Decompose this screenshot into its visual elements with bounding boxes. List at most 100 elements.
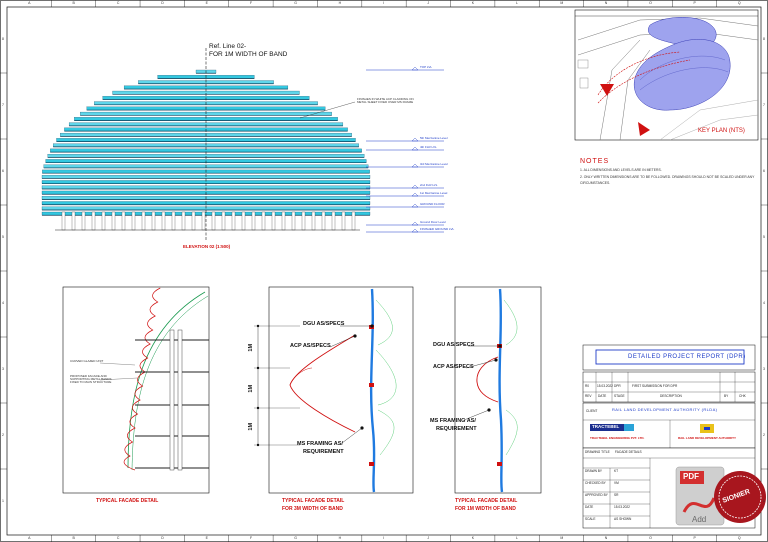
- border-row-7-left: 7: [2, 103, 4, 107]
- border-row-8-right: 8: [763, 37, 765, 41]
- border-row-5-right: 5: [763, 235, 765, 239]
- tb-field-label-4: SCALE: [585, 517, 596, 521]
- drawing-title: FACADE DETAILS: [615, 450, 642, 454]
- drawing-title-label: DRAWING TITLE: [585, 450, 610, 454]
- level-tag-3: 3rd Mezzanine Level: [420, 162, 448, 166]
- rev-row-rev: R0: [585, 384, 590, 388]
- d3-caption-1: TYPICAL FACADE DETAIL: [455, 498, 518, 504]
- border-row-6-right: 6: [763, 169, 765, 173]
- tb-field-value-4: AS SHOWN: [614, 517, 632, 521]
- border-col-l-bottom: L: [516, 536, 518, 540]
- border-row-5-left: 5: [2, 235, 4, 239]
- drawing-sheet: [0, 0, 768, 542]
- border-col-m-top: M: [560, 1, 564, 5]
- border-col-e-top: E: [205, 1, 208, 5]
- detail-section-2: [254, 286, 414, 494]
- notes-title: NOTES: [580, 158, 610, 165]
- rev-header-chk: CHK: [739, 394, 746, 398]
- key-plan-label: KEY PLAN (NTS): [698, 128, 745, 134]
- border-row-2-right: 2: [763, 433, 765, 437]
- level-tag-7: Ground Floor Level: [420, 220, 446, 224]
- d3-label-req: REQUIREMENT: [436, 426, 477, 432]
- rev-header-date: DATE: [598, 394, 607, 398]
- tb-field-label-2: APPROVED BY: [585, 493, 608, 497]
- border-col-j-top: J: [427, 1, 430, 5]
- rev-header-desc: DESCRIPTION: [660, 394, 682, 398]
- border-row-7-right: 7: [763, 103, 765, 107]
- border-col-f-top: F: [249, 1, 253, 5]
- tb-field-label-0: DRAWN BY: [585, 469, 603, 473]
- d3-label-acp: ACP AS/SPECS: [433, 364, 474, 370]
- d3-label-ms: MS FRAMING AS/: [430, 418, 476, 424]
- tb-field-value-1: VM: [614, 481, 619, 485]
- level-tag-1: 5th Mezzanine Level: [420, 136, 448, 140]
- border-col-q-top: Q: [737, 1, 741, 5]
- tb-field-value-2: SR: [614, 493, 619, 497]
- border-row-1-right: 1: [763, 499, 765, 503]
- level-tag-4: 2nd FLR LVL: [420, 183, 438, 187]
- authority-name: RAIL LAND DEVELOPMENT AUTHORITY: [678, 436, 737, 440]
- border-col-p-top: P: [693, 1, 696, 5]
- elevation-caption: ELEVATION 02 (1:500): [183, 244, 231, 249]
- border-col-o-top: O: [649, 1, 652, 5]
- pdf-word: PDF: [683, 472, 699, 481]
- ref-line-title: Ref. Line 02-: [209, 43, 247, 50]
- border-col-p-bottom: P: [693, 536, 696, 540]
- border-row-1-left: 1: [2, 499, 4, 503]
- border-col-n-top: N: [604, 1, 608, 5]
- consultant-name: TRACTEBEL ENGINEERING PVT. LTD.: [590, 436, 645, 440]
- d1-note-1: CURVED GLAZED UNIT: [70, 359, 104, 363]
- ref-line-subtitle: FOR 1M WIDTH OF BAND: [209, 51, 288, 58]
- border-col-a-bottom: A: [28, 536, 31, 540]
- border-col-a-top: A: [28, 1, 31, 5]
- border-col-g-top: G: [294, 1, 298, 5]
- project-title: DETAILED PROJECT REPORT (DPR): [628, 354, 746, 360]
- tb-field-value-0: KT: [614, 469, 619, 473]
- d2-dim-2: 1M: [248, 384, 255, 393]
- d2-label-ms: MS FRAMING AS/: [297, 441, 343, 447]
- border-row-3-right: 3: [763, 367, 765, 371]
- border-col-h-bottom: H: [338, 536, 342, 540]
- border-col-o-bottom: O: [649, 536, 652, 540]
- border-row-4-right: 4: [763, 301, 765, 305]
- border-col-k-bottom: K: [471, 536, 475, 540]
- rev-row-stage: DPR: [614, 384, 621, 388]
- note-1: 1. ALL DIMENSIONS AND LEVELS ARE IN METE…: [580, 168, 662, 172]
- d2-caption-2: FOR 3M WIDTH OF BAND: [282, 506, 343, 512]
- d2-label-acp: ACP AS/SPECS: [290, 343, 331, 349]
- elevation-callout: FINISHES IN WHITE ACP CLADDING ON METAL …: [357, 97, 414, 104]
- pdf-editor-text: Add: [692, 515, 707, 524]
- tractebel-logo-text: TRACTEBEL: [592, 424, 620, 429]
- border-col-i-top: I: [383, 1, 384, 5]
- client-name: RAIL LAND DEVELOPMENT AUTHORITY (RLDA): [612, 407, 718, 412]
- level-tag-8: FINISHED GROUND LVL: [420, 227, 455, 231]
- note-3: CIRCUMSTANCES.: [580, 181, 611, 185]
- border-col-m-bottom: M: [560, 536, 564, 540]
- key-plan: [574, 9, 759, 141]
- border-row-8-left: 8: [2, 37, 4, 41]
- border-col-e-bottom: E: [205, 536, 208, 540]
- client-label: CLIENT: [586, 409, 598, 413]
- detail-section-3: [454, 286, 542, 494]
- border-col-k-top: K: [471, 1, 475, 5]
- rev-header-by: BY: [724, 394, 729, 398]
- border-col-l-top: L: [516, 1, 518, 5]
- rev-header-stage: STAGE: [614, 394, 625, 398]
- rev-header-rev: REV: [585, 394, 592, 398]
- level-tag-5: 1st Mezzanine Level: [420, 191, 448, 195]
- border-col-b-top: B: [72, 1, 75, 5]
- rev-row-date: 15.03.2022: [597, 384, 613, 388]
- level-tag-6: GROUND FLOOR: [420, 202, 445, 206]
- border-row-4-left: 4: [2, 301, 4, 305]
- d2-dim-1: 1M: [248, 343, 255, 352]
- detail-section-1: [62, 286, 210, 494]
- border-col-f-bottom: F: [249, 536, 253, 540]
- border-row-6-left: 6: [2, 169, 4, 173]
- border-col-n-bottom: N: [604, 536, 608, 540]
- border-col-c-top: C: [116, 1, 120, 5]
- d2-label-req: REQUIREMENT: [303, 449, 344, 455]
- rev-row-desc: FIRST SUBMISSION FOR DPR: [632, 384, 678, 388]
- border-col-q-bottom: Q: [737, 536, 741, 540]
- border-row-2-left: 2: [2, 433, 4, 437]
- border-col-d-top: D: [161, 1, 164, 5]
